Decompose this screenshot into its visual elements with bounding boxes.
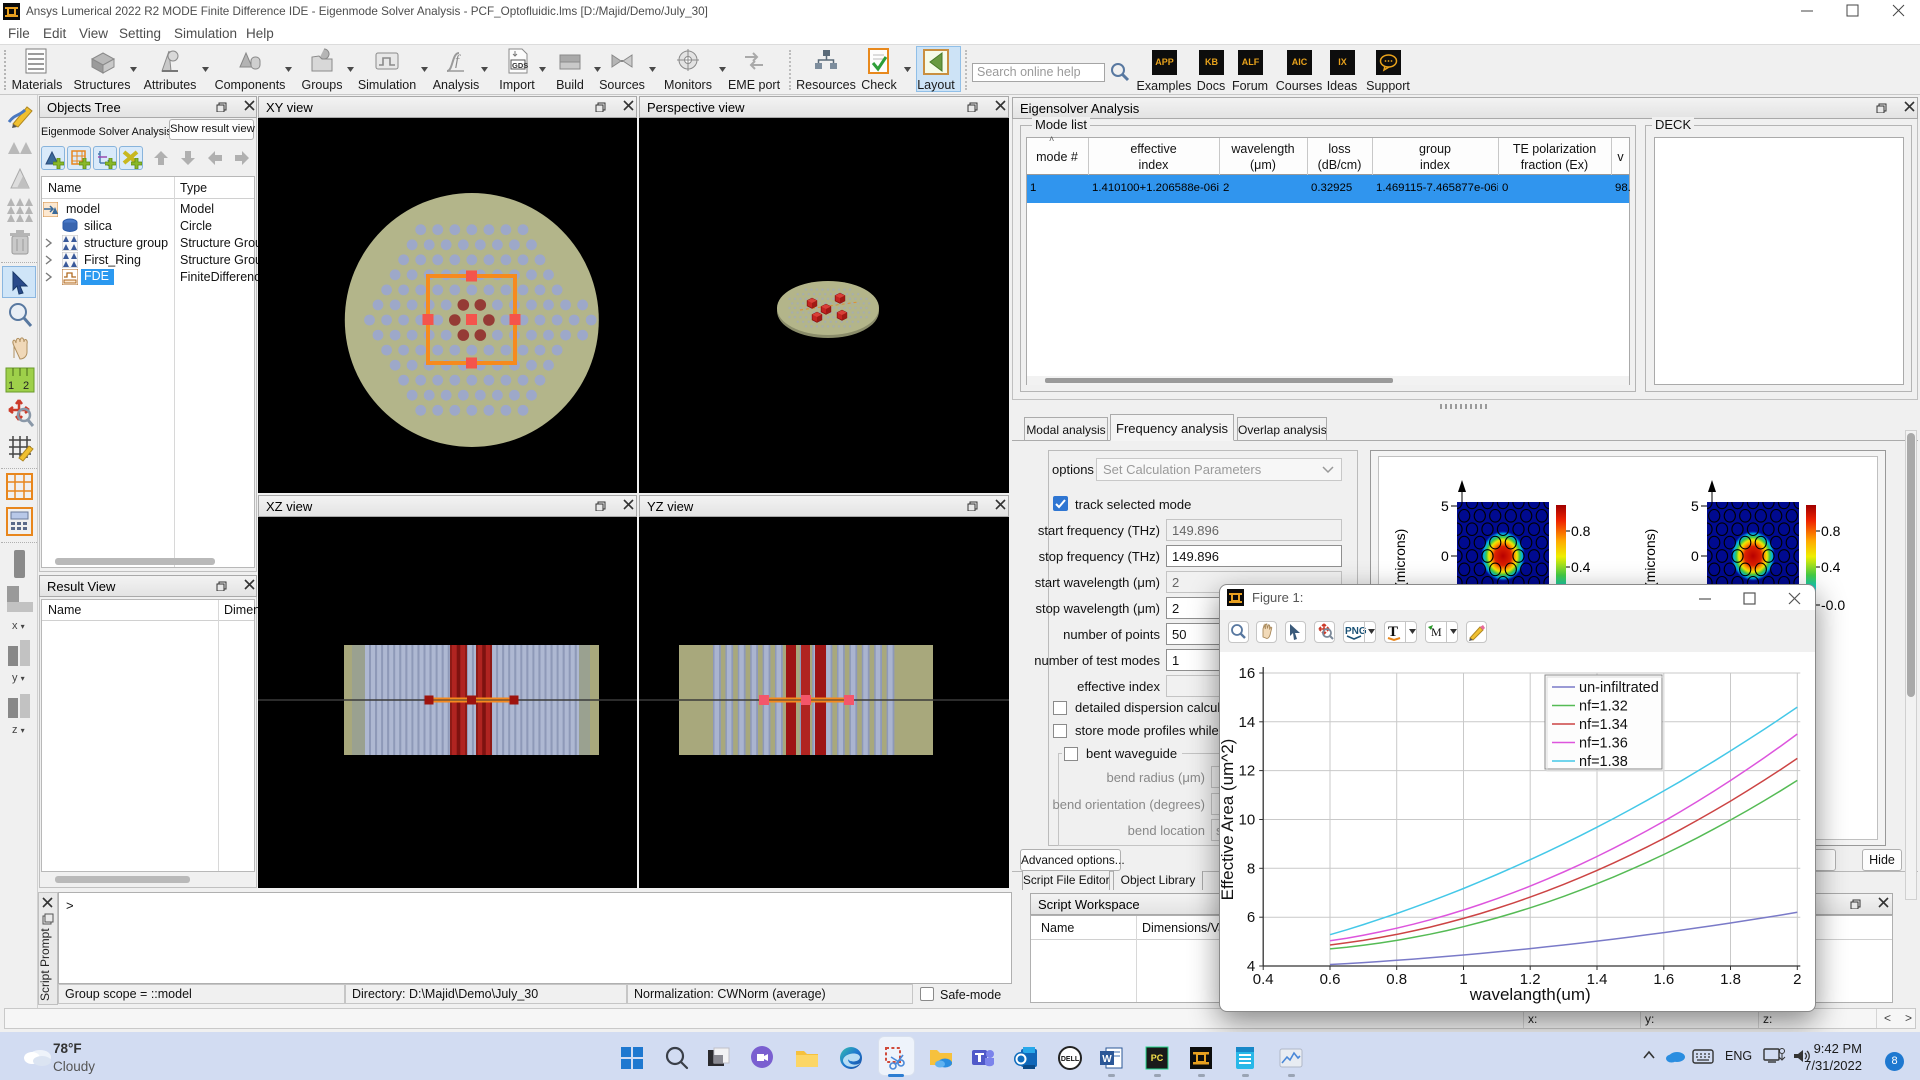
svg-text:DELL: DELL xyxy=(1061,1056,1080,1063)
svg-text:W: W xyxy=(1102,1054,1112,1065)
svg-text:-0.0: -0.0 xyxy=(1821,597,1845,613)
svg-text:PC: PC xyxy=(1151,1053,1164,1063)
svg-text:0.8: 0.8 xyxy=(1821,523,1841,539)
svg-text:wavelangth(um): wavelangth(um) xyxy=(1469,985,1591,1004)
svg-text:un-infiltrated: un-infiltrated xyxy=(1579,680,1659,696)
svg-text:14: 14 xyxy=(1239,714,1256,731)
svg-text:0.4: 0.4 xyxy=(1821,559,1841,575)
svg-text:f: f xyxy=(455,53,461,69)
svg-text:2: 2 xyxy=(1793,971,1801,988)
svg-text:5: 5 xyxy=(1691,498,1699,514)
svg-text:1.8: 1.8 xyxy=(1720,971,1741,988)
svg-text:(microns): (microns) xyxy=(1392,529,1408,587)
svg-text:0.4: 0.4 xyxy=(1253,971,1274,988)
svg-text:nf=1.34: nf=1.34 xyxy=(1579,717,1628,733)
svg-text:5: 5 xyxy=(1441,498,1449,514)
svg-text:GDS: GDS xyxy=(512,61,528,70)
svg-text:10: 10 xyxy=(1239,812,1256,829)
svg-text:12: 12 xyxy=(1239,763,1256,780)
svg-text:2: 2 xyxy=(23,380,29,392)
svg-text:1.6: 1.6 xyxy=(1653,971,1674,988)
svg-text:0.4: 0.4 xyxy=(1571,559,1591,575)
svg-text:4: 4 xyxy=(1247,958,1255,975)
svg-text:M: M xyxy=(1431,625,1442,639)
svg-text:nf=1.32: nf=1.32 xyxy=(1579,699,1628,715)
svg-text:(microns): (microns) xyxy=(1642,529,1658,587)
svg-text:0.8: 0.8 xyxy=(1571,523,1591,539)
svg-text:Effective Area (um^2): Effective Area (um^2) xyxy=(1219,739,1237,901)
svg-text:0.8: 0.8 xyxy=(1386,971,1407,988)
svg-text:nf=1.38: nf=1.38 xyxy=(1579,754,1628,770)
svg-text:16: 16 xyxy=(1239,665,1256,682)
svg-text:6: 6 xyxy=(1247,909,1255,926)
svg-text:0: 0 xyxy=(1441,548,1449,564)
svg-text:0.6: 0.6 xyxy=(1320,971,1341,988)
svg-text:0: 0 xyxy=(1691,548,1699,564)
svg-text:1: 1 xyxy=(1459,971,1467,988)
svg-text:8: 8 xyxy=(1247,860,1255,877)
svg-text:nf=1.36: nf=1.36 xyxy=(1579,736,1628,752)
svg-text:1: 1 xyxy=(8,380,14,392)
